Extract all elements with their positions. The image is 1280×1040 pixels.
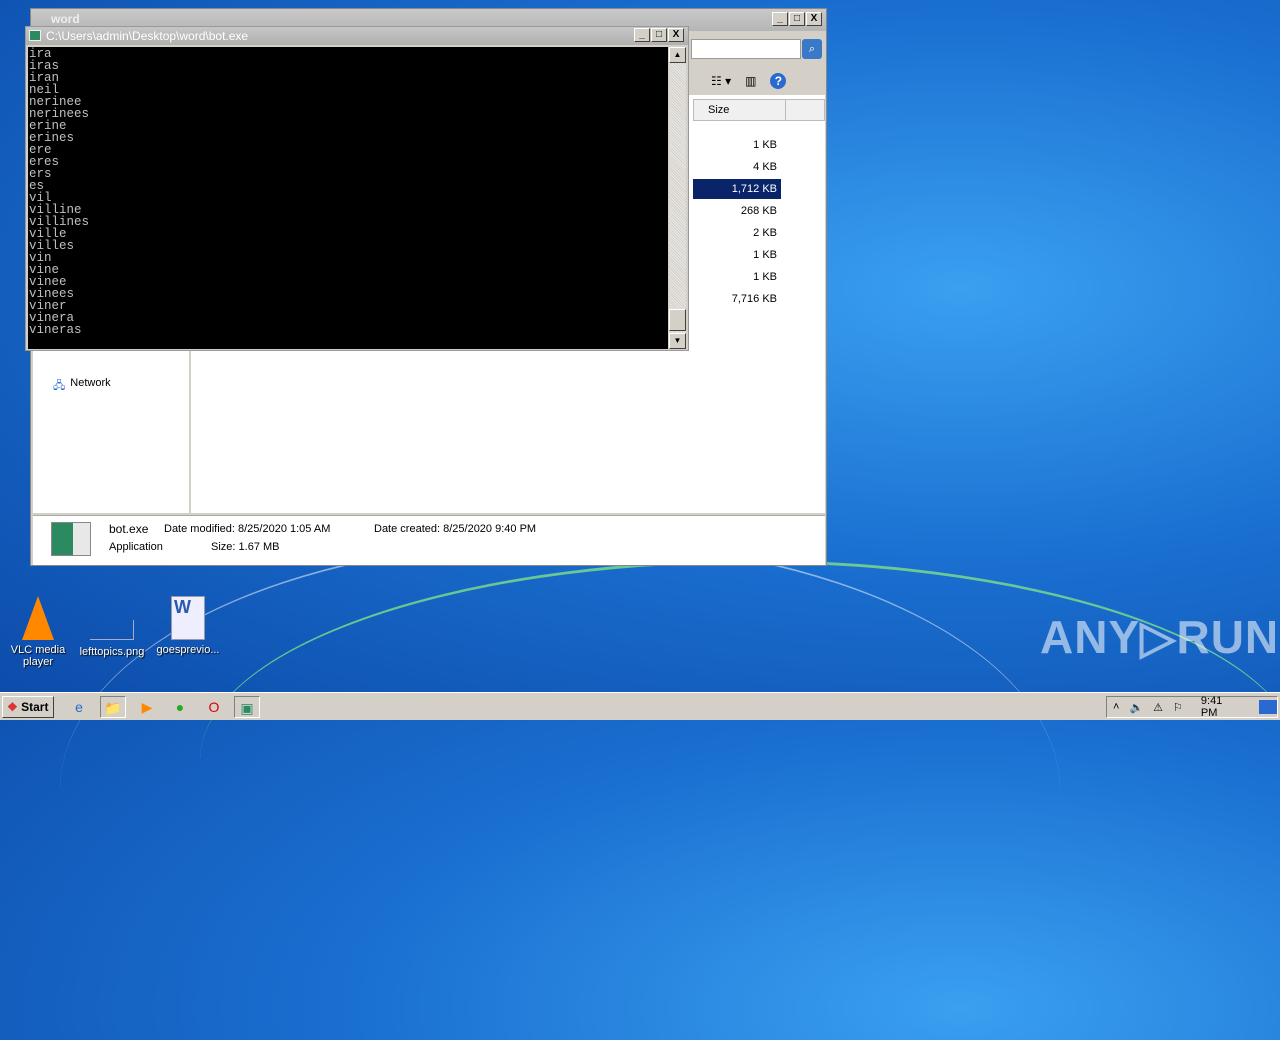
preview-pane-icon[interactable]: ▥ [745, 74, 756, 88]
system-tray: ˄ 🔈 ⚠ ⚐ 9:41 PM [1106, 695, 1278, 719]
desktop-icon-goesprevio[interactable]: W goesprevio... [150, 596, 226, 656]
console-line: vine [29, 263, 60, 277]
console-line: iran [29, 71, 60, 85]
console-line: vinee [29, 275, 67, 289]
chrome-icon[interactable]: ● [167, 696, 193, 718]
desktop-icon-vlc[interactable]: VLC media player [0, 596, 76, 668]
file-explorer-icon[interactable]: 📁 [100, 696, 126, 718]
console-line: ere [29, 143, 52, 157]
file-size-cell[interactable]: 1,712 KB [693, 179, 781, 199]
close-button[interactable]: X [806, 12, 822, 26]
console-line: viner [29, 299, 67, 313]
vertical-scrollbar[interactable]: ▲ ▼ [669, 47, 686, 349]
console-output[interactable]: ira iras iran neil nerinee nerinees erine erine… [28, 47, 668, 349]
scroll-thumb[interactable] [669, 309, 686, 331]
console-line: vinees [29, 287, 75, 301]
file-size-cell[interactable]: 1 KB [693, 245, 781, 265]
search-input[interactable] [691, 39, 801, 59]
clock[interactable]: 9:41 PM [1201, 695, 1241, 719]
file-size-cell[interactable]: 7,716 KB [693, 289, 781, 309]
console-line: erine [29, 119, 67, 133]
anyrun-watermark: ANY▷RUN [1040, 611, 1280, 663]
show-hidden-icons-icon[interactable]: ˄ [1113, 701, 1119, 713]
network-warning-icon[interactable]: ⚠ [1153, 701, 1163, 714]
console-line: villines [29, 215, 90, 229]
file-size-cell[interactable]: 4 KB [693, 157, 781, 177]
opera-icon[interactable]: O [201, 696, 227, 718]
console-window[interactable]: C:\Users\admin\Desktop\word\bot.exe _ □ X … [25, 26, 689, 351]
console-line: eres [29, 155, 60, 169]
word-doc-icon: W [171, 596, 205, 640]
start-button[interactable]: ❖ Start [2, 696, 54, 718]
console-line: villine [29, 203, 82, 217]
console-line: ville [29, 227, 67, 241]
column-header-size[interactable]: Size [693, 99, 825, 121]
internet-explorer-icon[interactable]: e [66, 696, 92, 718]
console-icon [29, 30, 41, 41]
console-line: vil [29, 191, 52, 205]
console-line: vineras [29, 323, 82, 337]
minimize-button[interactable]: _ [634, 28, 650, 42]
file-size-cell[interactable]: 268 KB [693, 201, 781, 221]
console-line: nerinee [29, 95, 82, 109]
console-line: nerinees [29, 107, 90, 121]
file-size-cell[interactable]: 1 KB [693, 267, 781, 287]
console-line: vin [29, 251, 52, 265]
console-title: C:\Users\admin\Desktop\word\bot.exe [46, 29, 249, 43]
image-icon [90, 620, 134, 640]
application-icon [51, 522, 91, 556]
minimize-button[interactable]: _ [772, 12, 788, 26]
scroll-up-arrow-icon[interactable]: ▲ [669, 47, 686, 63]
desktop-icon-lefttopics[interactable]: lefttopics.png [74, 620, 150, 658]
console-line: vinera [29, 311, 75, 325]
console-task-icon[interactable]: ▣ [234, 696, 260, 718]
maximize-button[interactable]: □ [651, 28, 667, 42]
console-line: ira [29, 47, 52, 61]
nav-item-network[interactable]: 🖧 Network [53, 377, 111, 396]
media-player-icon[interactable]: ▶ [134, 696, 160, 718]
volume-icon[interactable]: 🔈 [1129, 701, 1143, 714]
show-desktop-icon[interactable] [1259, 700, 1277, 714]
file-size-cell[interactable]: 1 KB [693, 135, 781, 155]
console-line: ers [29, 167, 52, 181]
close-button[interactable]: X [668, 28, 684, 42]
console-line: neil [29, 83, 60, 97]
search-icon[interactable]: ⌕ [802, 39, 822, 59]
taskbar: ❖ Start e 📁 ▶ ● O ▣ ˄ 🔈 ⚠ ⚐ 9:41 PM [0, 692, 1280, 720]
maximize-button[interactable]: □ [789, 12, 805, 26]
vlc-icon [22, 596, 54, 640]
details-pane: bot.exe Application Date modified: 8/25/… [33, 515, 825, 565]
file-size-cell[interactable]: 2 KB [693, 223, 781, 243]
scroll-down-arrow-icon[interactable]: ▼ [669, 333, 686, 349]
windows-logo-icon: ❖ [7, 700, 18, 714]
network-icon: 🖧 [53, 380, 66, 392]
view-options-icon[interactable]: ☷ ▾ [711, 74, 731, 88]
console-line: es [29, 179, 45, 193]
help-icon[interactable]: ? [770, 73, 787, 89]
console-line: erines [29, 131, 75, 145]
action-center-flag-icon[interactable]: ⚐ [1173, 701, 1183, 714]
console-line: villes [29, 239, 75, 253]
console-line: iras [29, 59, 60, 73]
